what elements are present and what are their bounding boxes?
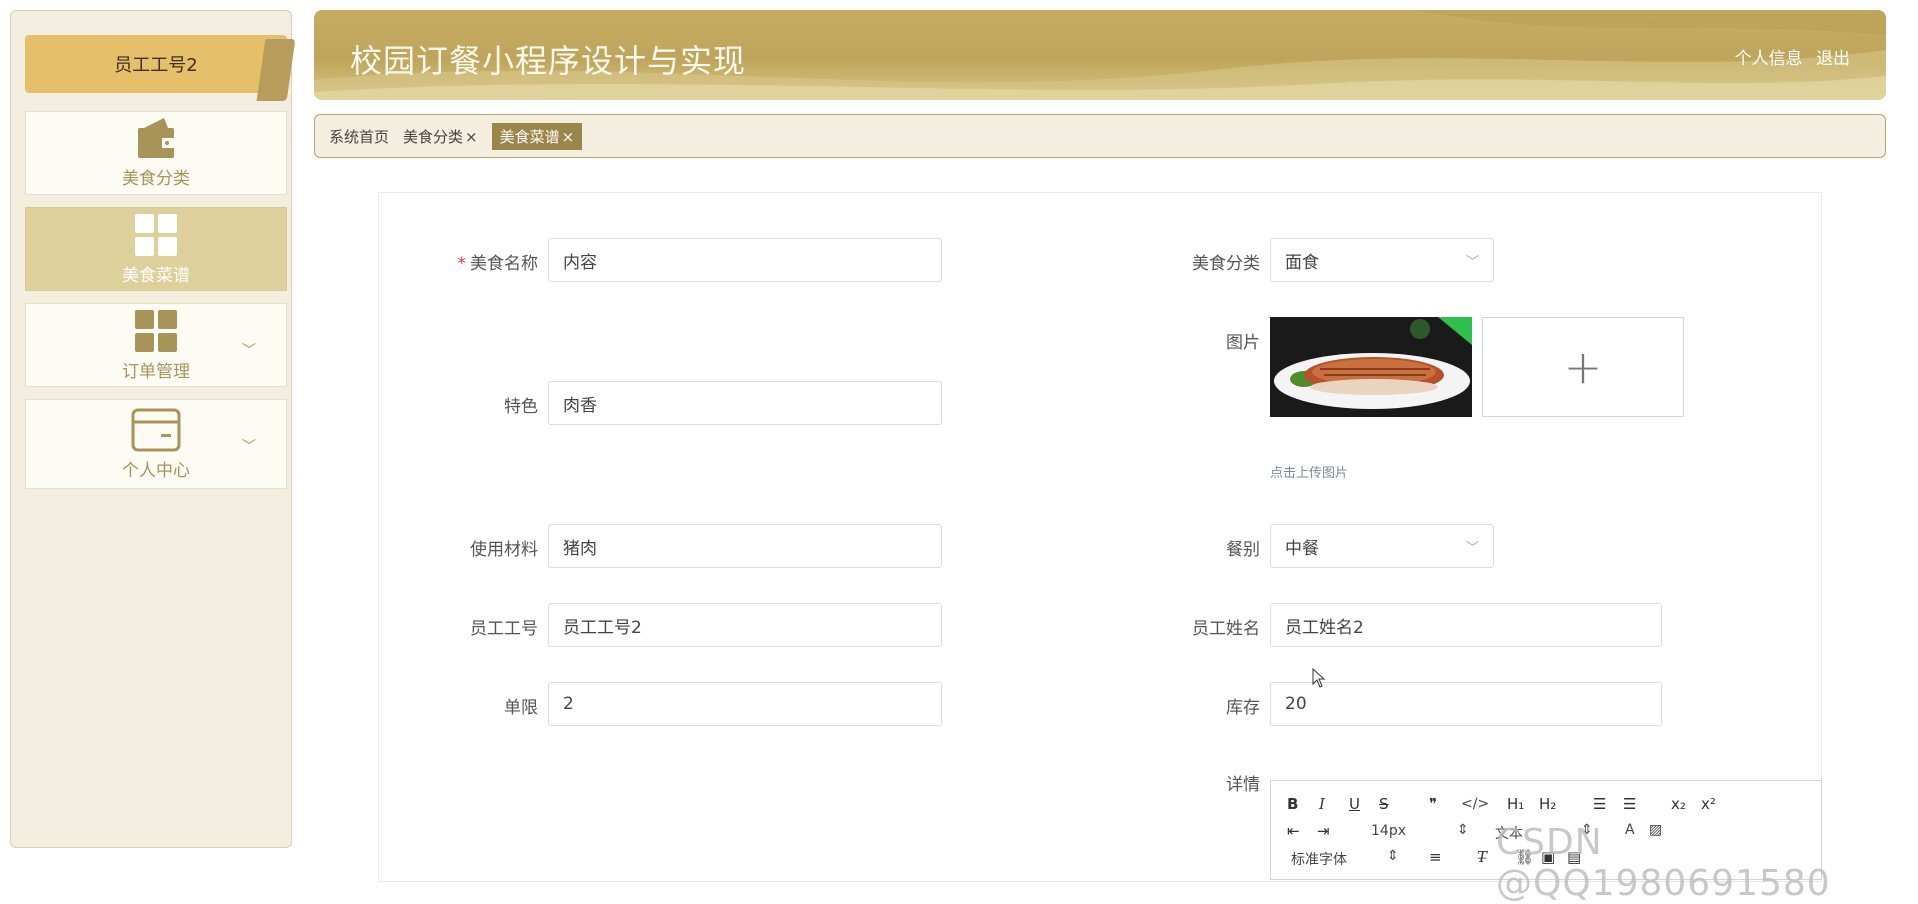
input-value: 员工姓名2 — [1285, 617, 1364, 638]
font-family-select[interactable]: 标准字体 — [1291, 849, 1347, 869]
wallet-icon — [138, 117, 176, 158]
chevron-down-icon: ﹀ — [1465, 255, 1479, 270]
tab-label: 美食分类 — [403, 127, 464, 146]
indent-icon[interactable]: ⇥ — [1317, 822, 1330, 840]
tab-home[interactable]: 系统首页 — [329, 126, 389, 147]
quote-button[interactable]: ❞ — [1429, 795, 1437, 813]
staff-name-input[interactable]: 员工姓名2 — [1270, 603, 1662, 647]
profile-link[interactable]: 个人信息 — [1735, 49, 1803, 69]
sidebar-item-label: 个人中心 — [122, 460, 190, 481]
chevron-down-icon: ﹀ — [242, 343, 256, 359]
subscript-button[interactable]: x₂ — [1671, 795, 1686, 813]
stock-label: 库存 — [1226, 698, 1260, 718]
chevron-updown-icon: ⇕ — [1457, 822, 1469, 838]
sidebar-item-label: 订单管理 — [122, 361, 190, 382]
clear-format-icon[interactable]: T̶ — [1477, 848, 1487, 866]
user-card: 员工工号2 — [25, 35, 296, 101]
stock-input[interactable]: 20 — [1270, 682, 1662, 726]
sidebar: 员工工号2 美食分类 美食菜谱 订单管理 ﹀ 个人中心 ﹀ — [10, 10, 296, 848]
food-image-thumbnail[interactable] — [1270, 317, 1472, 417]
staff-name-label: 员工姓名 — [1192, 619, 1260, 639]
tab-food-category[interactable]: 美食分类 × — [403, 126, 478, 147]
meal-label: 餐别 — [1226, 540, 1260, 560]
strike-button[interactable]: S — [1379, 795, 1389, 813]
staff-id-label: 员工工号 — [470, 619, 538, 639]
chevron-down-icon: ﹀ — [1465, 541, 1479, 556]
tabs-bar: 系统首页 美食分类 × 美食菜谱 × — [314, 114, 1886, 158]
feature-label: 特色 — [504, 397, 538, 417]
chevron-updown-icon: ⇕ — [1387, 848, 1399, 864]
close-icon[interactable]: × — [465, 128, 478, 146]
image-label: 图片 — [1226, 333, 1260, 353]
sidebar-item-personal-center[interactable]: 个人中心 ﹀ — [25, 399, 287, 489]
input-value: 20 — [1285, 694, 1307, 714]
food-name-input[interactable]: 内容 — [548, 238, 942, 282]
food-photo-image — [1270, 317, 1472, 417]
limit-input[interactable]: 2 — [548, 682, 942, 726]
input-value: 2 — [563, 694, 574, 714]
sidebar-item-food-menu[interactable]: 美食菜谱 — [25, 207, 287, 291]
app-title: 校园订餐小程序设计与实现 — [350, 42, 747, 80]
material-input[interactable]: 猪肉 — [548, 524, 942, 568]
font-size-select[interactable]: 14px — [1371, 823, 1406, 839]
input-value: 内容 — [563, 252, 597, 273]
tab-food-menu[interactable]: 美食菜谱 × — [491, 122, 583, 150]
h1-button[interactable]: H₁ — [1507, 795, 1524, 813]
input-value: 猪肉 — [563, 538, 597, 559]
grid-icon — [135, 213, 177, 256]
detail-label: 详情 — [1226, 775, 1260, 795]
code-button[interactable]: </> — [1461, 796, 1489, 812]
input-value: 肉香 — [563, 395, 597, 416]
meal-select[interactable]: 中餐 ﹀ — [1270, 524, 1494, 568]
underline-button[interactable]: U — [1349, 795, 1360, 813]
bold-button[interactable]: B — [1287, 795, 1298, 813]
tab-label: 美食菜谱 — [499, 127, 560, 146]
label-text: 美食名称 — [470, 254, 538, 274]
feature-input[interactable]: 肉香 — [548, 381, 942, 425]
mouse-cursor-icon — [1312, 668, 1326, 688]
superscript-button[interactable]: x² — [1701, 795, 1716, 813]
upload-hint: 点击上传图片 — [1270, 466, 1349, 481]
watermark: CSDN @QQ1980691580 — [1496, 822, 1831, 904]
sidebar-item-label: 美食菜谱 — [122, 265, 190, 286]
h2-button[interactable]: H₂ — [1539, 795, 1556, 813]
food-category-label: 美食分类 — [1192, 254, 1260, 274]
align-left-icon[interactable]: ≡ — [1429, 848, 1442, 866]
ordered-list-button[interactable]: ☰ — [1593, 795, 1606, 813]
card-fold-decoration — [256, 39, 296, 101]
tab-label: 系统首页 — [329, 127, 390, 146]
select-value: 中餐 — [1285, 538, 1319, 559]
image-upload-button[interactable]: + — [1482, 317, 1684, 417]
italic-button[interactable]: I — [1319, 795, 1325, 813]
staff-id-input[interactable]: 员工工号2 — [548, 603, 942, 647]
input-value: 员工工号2 — [563, 617, 642, 638]
header-links: 个人信息 退出 — [1727, 44, 1850, 69]
sidebar-item-order-management[interactable]: 订单管理 ﹀ — [25, 303, 287, 387]
bullet-list-button[interactable]: ☰ — [1623, 795, 1636, 813]
plus-icon: + — [1563, 340, 1603, 394]
card-icon — [131, 408, 181, 451]
limit-label: 单限 — [504, 698, 538, 718]
food-name-label: * 美食名称 — [378, 249, 539, 274]
sidebar-item-food-category[interactable]: 美食分类 — [25, 111, 287, 195]
user-name: 员工工号2 — [114, 55, 198, 76]
required-marker: * — [457, 254, 467, 274]
outdent-icon[interactable]: ⇤ — [1287, 822, 1300, 840]
logout-link[interactable]: 退出 — [1816, 49, 1850, 69]
chevron-down-icon: ﹀ — [242, 439, 256, 455]
select-value: 面食 — [1285, 252, 1319, 273]
food-category-select[interactable]: 面食 ﹀ — [1270, 238, 1494, 282]
material-label: 使用材料 — [470, 540, 538, 560]
top-header: 校园订餐小程序设计与实现 个人信息 退出 — [314, 10, 1886, 100]
grid-icon — [135, 309, 177, 352]
sidebar-item-label: 美食分类 — [122, 168, 190, 189]
close-icon[interactable]: × — [562, 128, 575, 146]
